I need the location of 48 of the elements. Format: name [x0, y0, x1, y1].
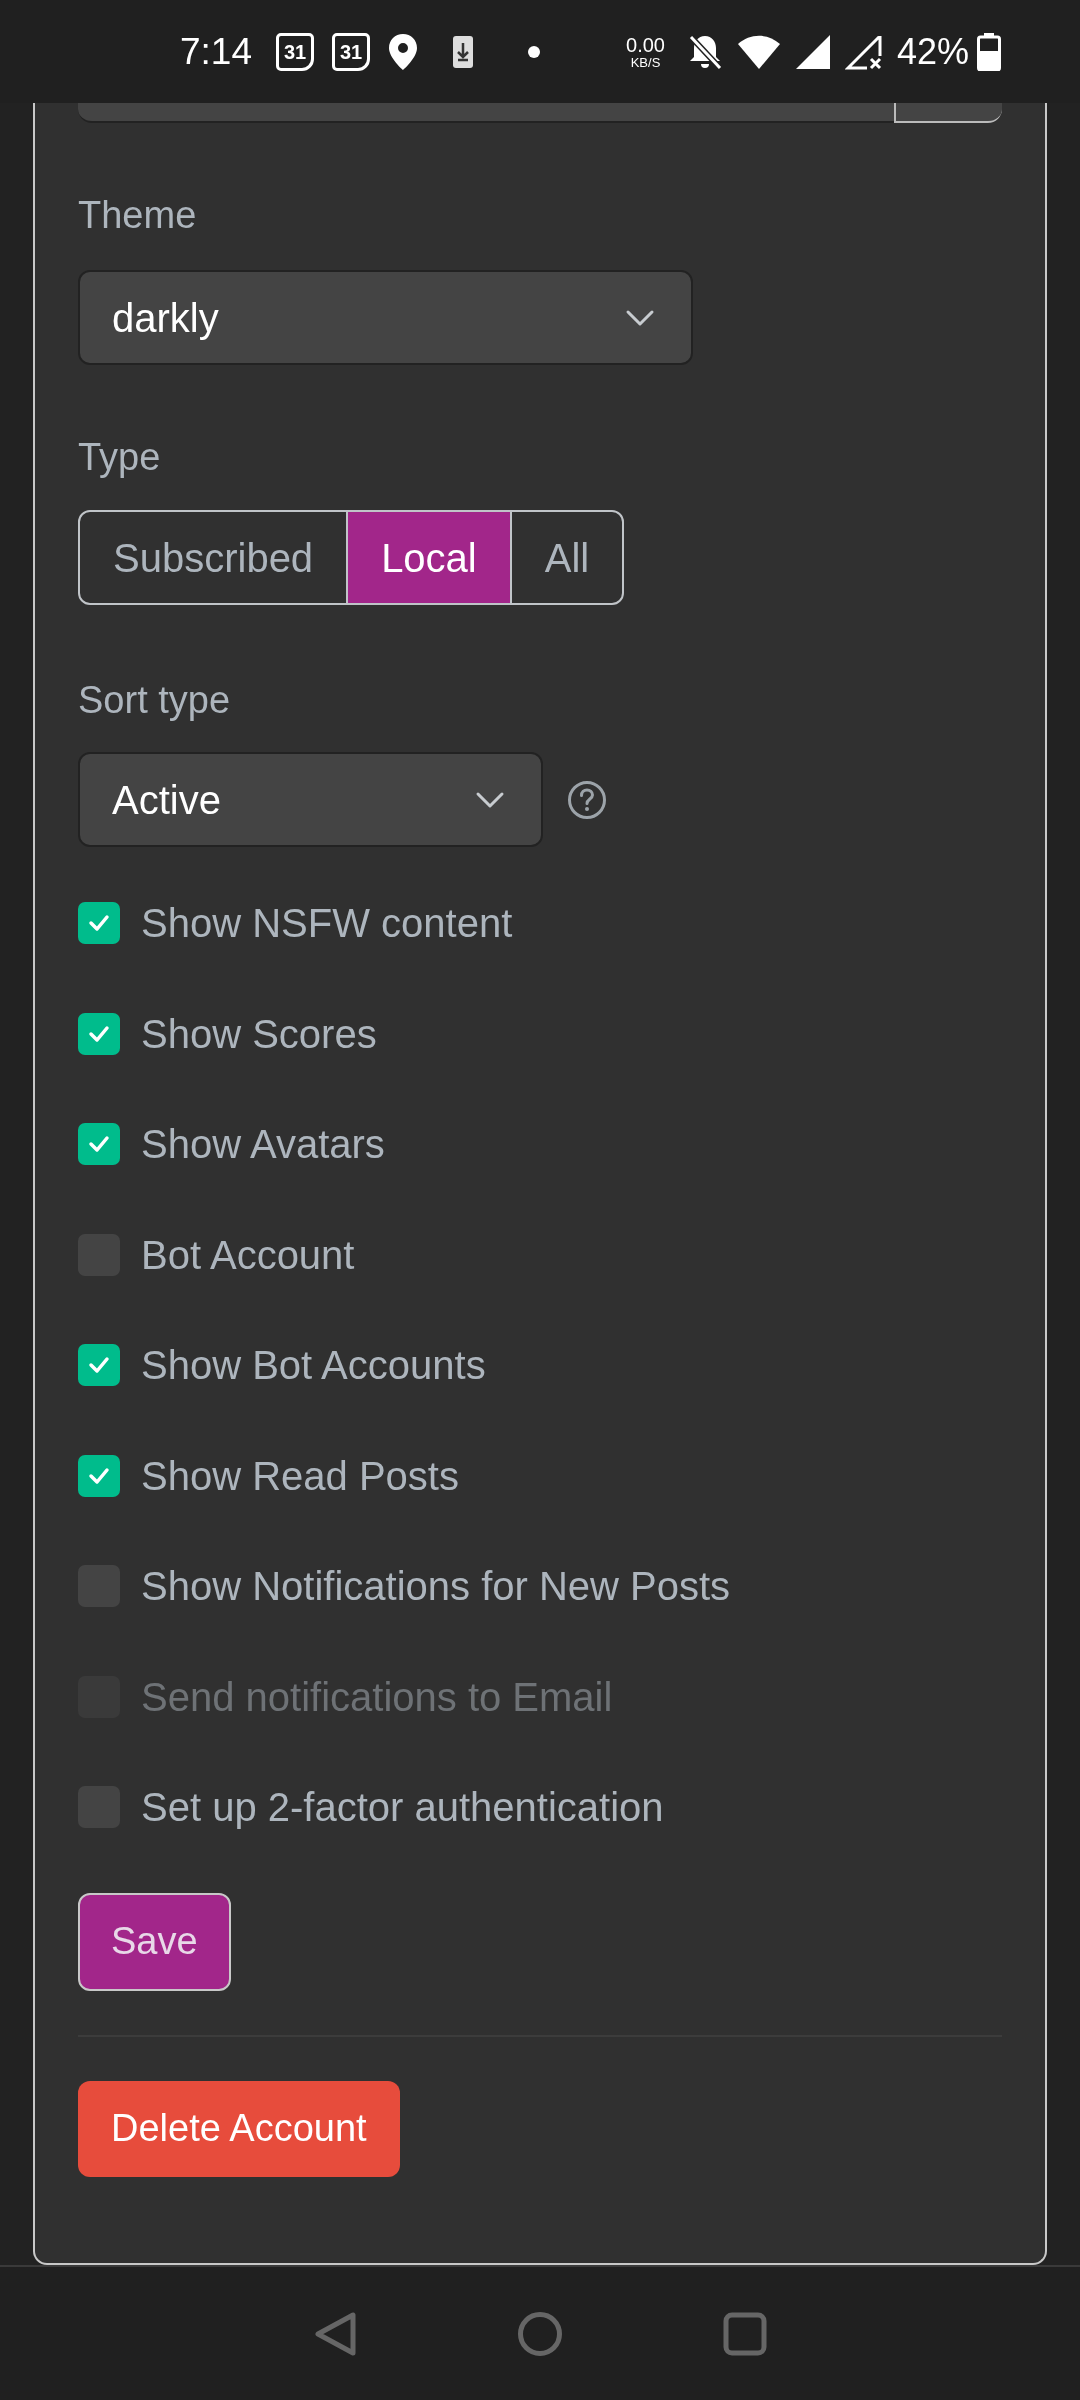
chevron-down-icon: [475, 790, 505, 809]
location-pin-icon: [388, 32, 418, 71]
checkbox-label: Show Bot Accounts: [141, 1342, 486, 1390]
checkbox[interactable]: [78, 1454, 120, 1497]
signal-icon: [794, 33, 831, 70]
battery-percent: 42%: [896, 29, 969, 74]
checkbox[interactable]: [78, 1344, 120, 1387]
checkbox-label: Send notifications to Email: [141, 1673, 613, 1721]
home-icon[interactable]: [517, 2310, 563, 2357]
checkbox-label: Show Read Posts: [141, 1452, 459, 1500]
save-button[interactable]: Save: [78, 1892, 231, 1991]
network-unit: KB/S: [630, 55, 661, 69]
type-option[interactable]: All: [509, 512, 623, 603]
wifi-icon: [736, 33, 781, 70]
no-signal-icon: [844, 33, 883, 70]
checkmark-icon: [88, 1356, 110, 1375]
sort-select[interactable]: Active: [78, 752, 543, 847]
chevron-down-icon: [625, 308, 655, 327]
recents-icon[interactable]: [723, 2311, 767, 2356]
calendar-icon: 31: [332, 32, 370, 71]
checkbox[interactable]: [78, 902, 120, 945]
checkbox[interactable]: [78, 1012, 120, 1055]
phone-download-icon: [452, 34, 474, 69]
checkbox-label: Set up 2-factor authentication: [141, 1784, 664, 1832]
theme-select[interactable]: darkly: [78, 270, 693, 365]
field-label: Theme: [78, 193, 198, 238]
help-icon[interactable]: [567, 779, 607, 820]
calendar-icon: 31: [276, 32, 314, 71]
checkbox-label: Show Avatars: [141, 1121, 385, 1169]
checkbox-label: Show Scores: [141, 1010, 377, 1058]
battery-icon: [977, 32, 1001, 71]
field-label: Sort type: [78, 678, 232, 723]
field-label: Type: [78, 435, 162, 480]
type-option[interactable]: Local: [346, 512, 510, 603]
back-icon[interactable]: [313, 2310, 357, 2357]
dot-icon: [528, 45, 540, 58]
delete-account-button[interactable]: Delete Account: [78, 2080, 400, 2177]
checkbox-label: Show NSFW content: [141, 900, 513, 948]
checkbox[interactable]: [78, 1123, 120, 1166]
checkmark-icon: [88, 1135, 110, 1154]
type-option[interactable]: Subscribed: [80, 512, 347, 603]
checkbox-label: Show Notifications for New Posts: [141, 1563, 731, 1611]
checkbox-label: Bot Account: [141, 1231, 355, 1279]
checkmark-icon: [88, 1466, 110, 1485]
clock: 7:14: [180, 29, 252, 74]
network-speed: 0.00: [626, 34, 665, 55]
checkmark-icon: [88, 914, 110, 933]
checkmark-icon: [88, 1024, 110, 1043]
